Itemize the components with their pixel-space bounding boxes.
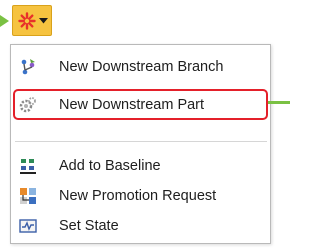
branch-icon — [19, 58, 37, 76]
menu-item-label: Add to Baseline — [59, 158, 161, 174]
menu-item-label: Set State — [59, 218, 119, 234]
baseline-icon — [19, 157, 37, 175]
menu-item-new-downstream-branch[interactable]: New Downstream Branch — [15, 52, 267, 82]
menu-item-add-to-baseline[interactable]: Add to Baseline — [15, 151, 267, 181]
menu-item-label: New Downstream Branch — [59, 59, 224, 75]
menu-item-new-promotion-request[interactable]: New Promotion Request — [15, 181, 267, 211]
highlight-box — [13, 89, 268, 120]
starburst-new-icon — [18, 11, 36, 30]
menu-screenshot: New Downstream Branch New Downstream Par… — [0, 0, 290, 249]
promotion-request-icon — [19, 187, 37, 205]
dropdown-menu: New Downstream Branch New Downstream Par… — [10, 44, 290, 244]
set-state-icon — [19, 217, 37, 235]
connector-arrow-icon — [0, 15, 9, 27]
caret-down-icon — [39, 17, 48, 24]
menu-separator — [15, 141, 267, 142]
menu-item-set-state[interactable]: Set State — [15, 211, 267, 241]
connector-line — [268, 101, 290, 104]
menu-item-label: New Promotion Request — [59, 188, 217, 204]
new-menu-dropdown-button[interactable] — [12, 5, 52, 36]
